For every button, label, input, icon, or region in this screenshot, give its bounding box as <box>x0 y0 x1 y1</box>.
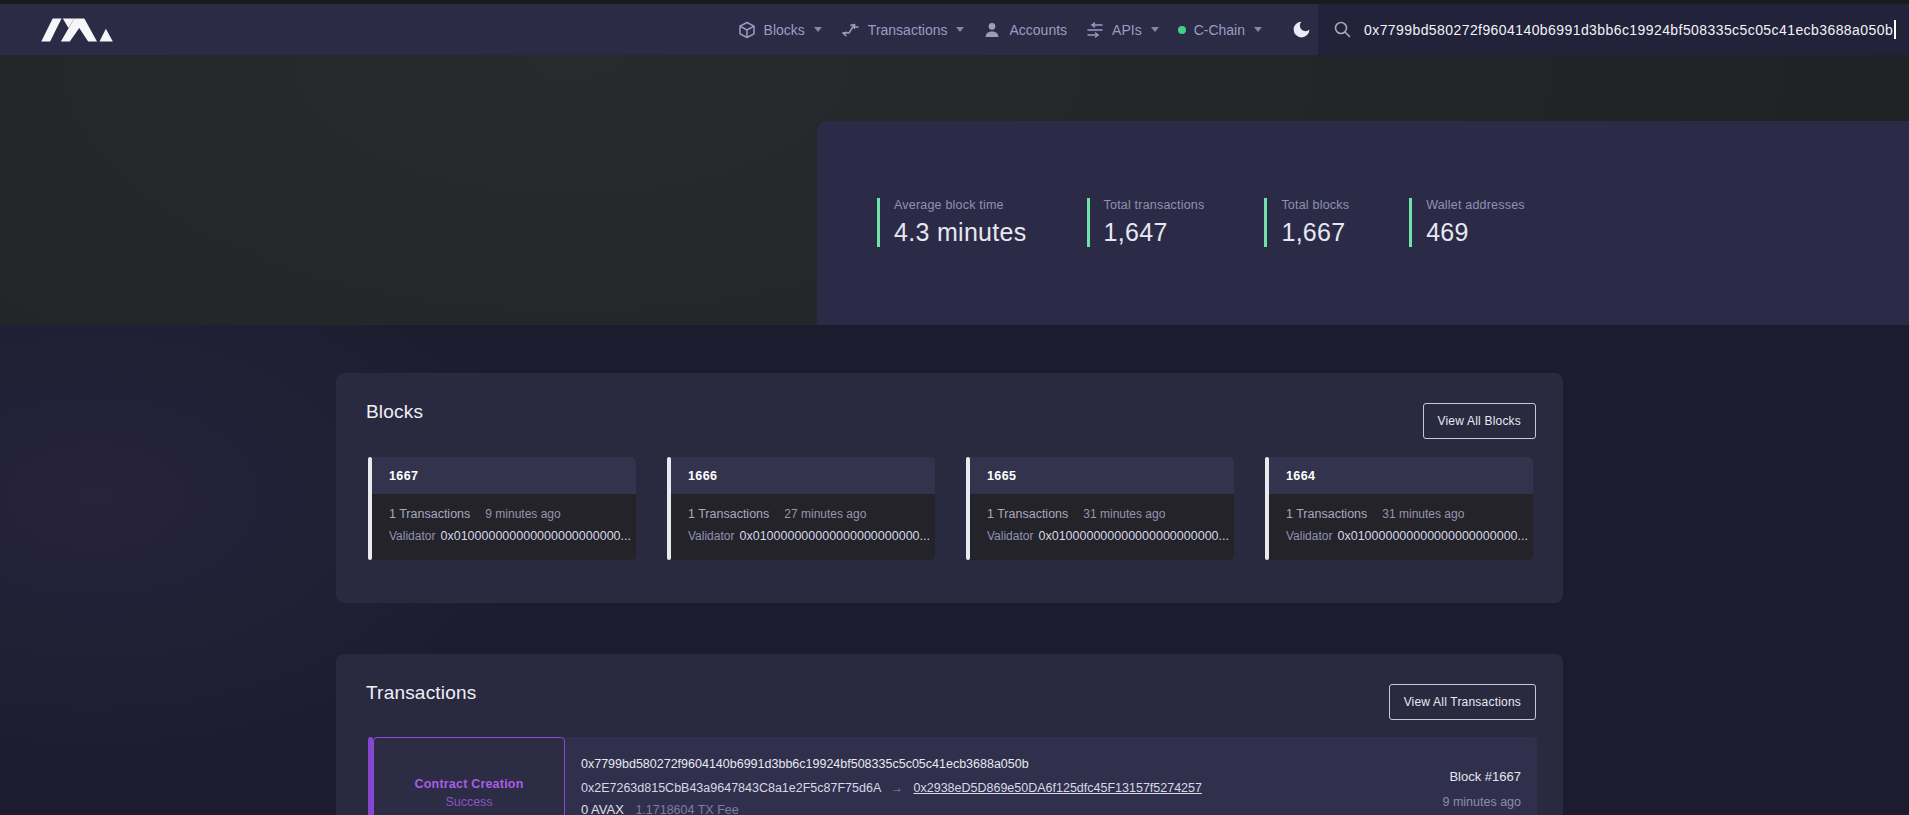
transaction-age: 9 minutes ago <box>1357 795 1521 809</box>
chevron-down-icon <box>956 27 964 32</box>
stat-label: Wallet addresses <box>1426 198 1525 212</box>
arrow-right-icon: → <box>891 781 903 795</box>
transaction-meta: Block #1667 9 minutes ago <box>1357 737 1537 815</box>
transaction-value: 0 AVAX <box>581 802 624 815</box>
search-icon <box>1333 20 1352 39</box>
text-caret <box>1894 20 1896 39</box>
stat-label: Total transactions <box>1104 198 1205 212</box>
block-number[interactable]: 1667 <box>372 457 636 494</box>
top-strip <box>0 0 1909 4</box>
chevron-down-icon <box>1254 27 1262 32</box>
nav-label: C-Chain <box>1194 22 1245 38</box>
transactions-card-header: Transactions View All Transactions <box>336 654 1563 720</box>
view-all-transactions-button[interactable]: View All Transactions <box>1389 684 1536 720</box>
transaction-status-box: Contract Creation Success <box>373 737 565 815</box>
nav-label: Transactions <box>868 22 948 38</box>
nav-label: APIs <box>1112 22 1142 38</box>
stat-value: 1,647 <box>1104 218 1205 247</box>
validator-address: 0x010000000000000000000000... <box>1038 529 1228 543</box>
transaction-hash[interactable]: 0x7799bd580272f9604140b6991d3bb6c19924bf… <box>581 757 1357 771</box>
nav-menu: Blocks Transactions Accounts APIs C-Chai… <box>738 19 1318 40</box>
block-tx-count: 1 Transactions <box>987 507 1068 521</box>
block-age: 9 minutes ago <box>485 507 560 521</box>
stats-panel: Average block time 4.3 minutes Total tra… <box>817 121 1909 325</box>
view-all-blocks-button[interactable]: View All Blocks <box>1423 403 1536 439</box>
search-value: 0x7799bd580272f9604140b6991d3bb6c19924bf… <box>1364 22 1893 38</box>
person-icon <box>983 21 1001 39</box>
transactions-section-card: Transactions View All Transactions Contr… <box>336 654 1563 815</box>
dark-mode-toggle-moon-icon[interactable] <box>1291 19 1312 40</box>
nav-item-accounts[interactable]: Accounts <box>983 21 1067 39</box>
transaction-type: Contract Creation <box>415 777 524 791</box>
validator-label: Validator <box>1286 529 1332 543</box>
block-age: 27 minutes ago <box>784 507 866 521</box>
blocks-title: Blocks <box>366 401 423 423</box>
block-tx-count: 1 Transactions <box>688 507 769 521</box>
validator-label: Validator <box>987 529 1033 543</box>
stat-label: Average block time <box>894 198 1027 212</box>
validator-label: Validator <box>688 529 734 543</box>
stat-value: 1,667 <box>1281 218 1349 247</box>
chevron-down-icon <box>814 27 822 32</box>
top-nav: Blocks Transactions Accounts APIs C-Chai… <box>0 4 1909 55</box>
chain-status-dot <box>1178 26 1186 34</box>
block-number[interactable]: 1666 <box>671 457 935 494</box>
nav-item-transactions[interactable]: Transactions <box>841 20 965 39</box>
nav-label: Accounts <box>1009 22 1067 38</box>
avalanche-logo[interactable] <box>40 15 116 45</box>
api-icon <box>1086 21 1104 39</box>
stat-wallet-addresses: Wallet addresses 469 <box>1409 198 1525 247</box>
main-content: Blocks View All Blocks 1667 1 Transactio… <box>0 325 1909 815</box>
validator-address: 0x010000000000000000000000... <box>440 529 630 543</box>
transaction-fee: 1.1718604 TX Fee <box>635 803 738 815</box>
blocks-card-header: Blocks View All Blocks <box>336 373 1563 439</box>
transaction-block-link[interactable]: Block #1667 <box>1357 769 1521 784</box>
transaction-details: 0x7799bd580272f9604140b6991d3bb6c19924bf… <box>565 737 1357 815</box>
block-tx-count: 1 Transactions <box>1286 507 1367 521</box>
stat-total-blocks: Total blocks 1,667 <box>1264 198 1349 247</box>
block-age: 31 minutes ago <box>1382 507 1464 521</box>
chevron-down-icon <box>1151 27 1159 32</box>
transfer-icon <box>841 20 860 39</box>
validator-address: 0x010000000000000000000000... <box>1337 529 1527 543</box>
transaction-row[interactable]: Contract Creation Success 0x7799bd580272… <box>368 737 1537 815</box>
stat-average-block-time: Average block time 4.3 minutes <box>877 198 1027 247</box>
block-cards-row: 1667 1 Transactions 9 minutes ago Validat… <box>368 457 1533 560</box>
validator-label: Validator <box>389 529 435 543</box>
transactions-title: Transactions <box>366 682 476 704</box>
stat-label: Total blocks <box>1281 198 1349 212</box>
nav-item-c-chain[interactable]: C-Chain <box>1178 22 1262 38</box>
cube-icon <box>738 21 756 39</box>
transaction-status: Success <box>445 795 492 809</box>
block-card[interactable]: 1664 1 Transactions 31 minutes ago Valida… <box>1265 457 1533 560</box>
nav-item-apis[interactable]: APIs <box>1086 21 1159 39</box>
block-tx-count: 1 Transactions <box>389 507 470 521</box>
stat-value: 469 <box>1426 218 1525 247</box>
validator-address: 0x010000000000000000000000... <box>739 529 929 543</box>
block-card[interactable]: 1666 1 Transactions 27 minutes ago Valida… <box>667 457 935 560</box>
stat-total-transactions: Total transactions 1,647 <box>1087 198 1205 247</box>
block-card[interactable]: 1665 1 Transactions 31 minutes ago Valida… <box>966 457 1234 560</box>
block-age: 31 minutes ago <box>1083 507 1165 521</box>
stats-row: Average block time 4.3 minutes Total tra… <box>877 198 1525 247</box>
blocks-section-card: Blocks View All Blocks 1667 1 Transactio… <box>336 373 1563 603</box>
hero-section: Average block time 4.3 minutes Total tra… <box>0 55 1909 325</box>
nav-item-blocks[interactable]: Blocks <box>738 21 822 39</box>
block-card[interactable]: 1667 1 Transactions 9 minutes ago Validat… <box>368 457 636 560</box>
nav-label: Blocks <box>764 22 805 38</box>
to-address-link[interactable]: 0x2938eD5D869e50DA6f125dfc45F13157f52742… <box>914 781 1202 795</box>
from-address[interactable]: 0x2E7263d815CbB43a9647843C8a1e2F5c87F75d… <box>581 781 881 795</box>
block-number[interactable]: 1665 <box>970 457 1234 494</box>
search-input[interactable]: 0x7799bd580272f9604140b6991d3bb6c19924bf… <box>1318 4 1909 55</box>
stat-value: 4.3 minutes <box>894 218 1027 247</box>
block-number[interactable]: 1664 <box>1269 457 1533 494</box>
